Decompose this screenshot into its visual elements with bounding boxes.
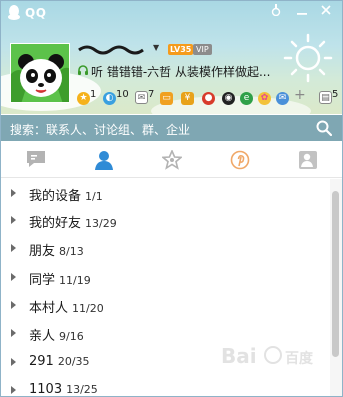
panda-avatar-icon	[11, 44, 69, 102]
headphones-icon[interactable]	[77, 64, 89, 76]
game-icon[interactable]: ●	[202, 87, 215, 105]
mail-icon[interactable]: ✉ 7	[135, 87, 154, 104]
list-item[interactable]: 同学 11/19	[1, 264, 329, 292]
minimize-icon	[297, 13, 307, 15]
search-icon[interactable]	[316, 120, 332, 136]
tab-messages[interactable]	[1, 142, 69, 178]
group-name: 同学	[29, 273, 56, 288]
tab-groups[interactable]	[273, 142, 341, 178]
group-name: 291	[29, 354, 54, 369]
group-count: 13/25	[66, 383, 98, 396]
tab-pinterest[interactable]	[205, 142, 273, 178]
message-icon	[27, 151, 45, 167]
avatar[interactable]	[10, 43, 70, 103]
list-item[interactable]: 本村人 11/20	[1, 292, 329, 320]
group-count: 1/1	[85, 190, 103, 203]
expand-arrow-icon	[11, 244, 16, 252]
pinterest-icon	[230, 150, 250, 170]
list-item[interactable]: 1103 13/25	[1, 377, 329, 397]
contact-icon	[95, 151, 113, 170]
expand-arrow-icon	[11, 358, 16, 366]
svg-text:Bai: Bai	[221, 344, 257, 368]
nickname[interactable]	[77, 42, 151, 60]
expand-arrow-icon	[11, 273, 16, 281]
group-count: 13/29	[85, 217, 117, 230]
level-badge[interactable]: LV35	[168, 44, 194, 55]
star-icon[interactable]: ★ 1	[77, 87, 96, 105]
list-scrollbar[interactable]	[330, 179, 342, 396]
flower-icon[interactable]: ✿	[258, 87, 271, 105]
qzone-icon[interactable]: ◐ 10	[103, 87, 129, 105]
app-title: QQ	[25, 6, 47, 20]
chat-icon[interactable]: ✉	[276, 87, 289, 105]
titlebar: QQ	[1, 1, 342, 25]
chevron-down-icon[interactable]: ▼	[153, 43, 159, 52]
minimize-button[interactable]	[293, 4, 311, 20]
expand-arrow-icon	[11, 301, 16, 309]
qq-logo-icon	[8, 5, 20, 20]
nickname-obscured-icon	[78, 45, 144, 55]
expand-arrow-icon	[11, 189, 16, 197]
list-item[interactable]: 我的好友 13/29	[1, 207, 329, 235]
scroll-thumb[interactable]	[332, 191, 339, 357]
shop-icon[interactable]: ▭	[160, 87, 173, 105]
search-input[interactable]: 搜索：联系人、讨论组、群、企业	[1, 115, 342, 141]
status-icon-row: ★ 1 ◐ 10 ✉ 7 ▭ ¥ ● ◉ e ✿ ✉ + ▤ 5	[77, 87, 339, 105]
group-count: 9/16	[59, 330, 84, 343]
vip-badge[interactable]: VIP	[193, 44, 212, 55]
svg-text:百度: 百度	[285, 350, 314, 367]
list-item[interactable]: 我的设备 1/1	[1, 180, 329, 208]
group-count: 11/19	[59, 274, 91, 287]
group-name: 我的设备	[29, 189, 82, 204]
group-name: 1103	[29, 382, 63, 397]
group-name: 本村人	[29, 301, 69, 316]
star-outline-icon	[162, 150, 182, 170]
weather-sun-icon[interactable]	[283, 33, 333, 83]
group-count: 11/20	[72, 302, 104, 315]
profile-header: QQ ▼ LV35 VIP 听 错错错-六哲 从装模作样做起... ★ 1 ◐ …	[1, 1, 342, 114]
wallet-icon[interactable]: ¥	[181, 87, 194, 105]
skin-icon	[271, 4, 281, 17]
expand-arrow-icon	[11, 216, 16, 224]
group-count: 20/35	[57, 355, 90, 368]
skin-button[interactable]	[267, 4, 285, 20]
expand-arrow-icon	[11, 386, 16, 394]
close-icon	[321, 5, 331, 15]
watermark-logo: Bai 百度	[221, 344, 314, 368]
penguin-icon[interactable]: ◉	[222, 87, 235, 105]
browser-icon[interactable]: e	[240, 87, 253, 105]
group-name: 我的好友	[29, 216, 82, 231]
group-name: 亲人	[29, 329, 56, 344]
tab-contacts[interactable]	[69, 142, 137, 178]
group-count: 8/13	[59, 245, 84, 258]
qq-main-window: QQ ▼ LV35 VIP 听 错错错-六哲 从装模作样做起... ★ 1 ◐ …	[0, 0, 343, 397]
add-icon[interactable]: +	[294, 87, 306, 103]
signature-text[interactable]: 听 错错错-六哲 从装模作样做起...	[91, 63, 270, 80]
list-item[interactable]: 朋友 8/13	[1, 235, 329, 263]
group-icon	[299, 151, 317, 169]
main-tabs	[1, 142, 342, 178]
tab-favorites[interactable]	[137, 142, 205, 178]
expand-arrow-icon	[11, 329, 16, 337]
group-name: 朋友	[29, 244, 56, 259]
msgbox-icon[interactable]: ▤ 5	[319, 87, 338, 104]
search-placeholder: 搜索：联系人、讨论组、群、企业	[10, 123, 191, 137]
close-button[interactable]	[317, 4, 335, 20]
